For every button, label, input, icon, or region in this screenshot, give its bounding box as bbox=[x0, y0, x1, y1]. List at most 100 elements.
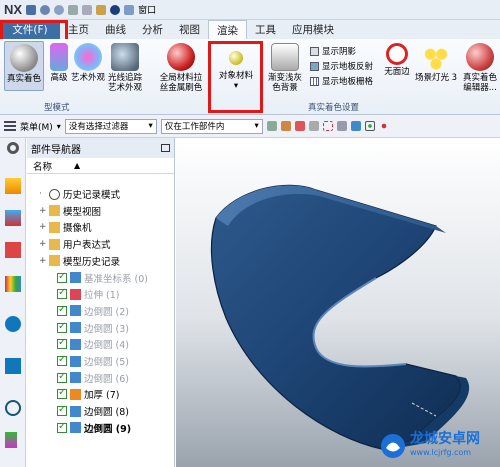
visibility-checkbox[interactable] bbox=[57, 287, 67, 300]
visibility-checkbox[interactable] bbox=[57, 387, 67, 400]
visibility-checkbox[interactable] bbox=[57, 421, 67, 433]
cube-icon[interactable] bbox=[350, 121, 361, 131]
gradient-background-button[interactable]: 渐变浅灰 色背景 bbox=[264, 43, 306, 93]
point-icon[interactable] bbox=[308, 121, 319, 131]
tree-row-label: 边倒圆 (8) bbox=[84, 407, 129, 419]
redo-icon[interactable] bbox=[54, 4, 65, 15]
reuse-library-icon[interactable] bbox=[5, 276, 21, 292]
tree-row[interactable]: 基准坐标系 (0) bbox=[57, 270, 148, 286]
art-appearance-button[interactable]: 艺术外观 bbox=[70, 43, 106, 83]
tree-row-label: 边倒圆 (2) bbox=[84, 306, 129, 318]
constraint-navigator-icon[interactable] bbox=[5, 210, 21, 226]
feature-icon bbox=[70, 405, 81, 417]
filter-icon[interactable] bbox=[280, 121, 291, 131]
touch-mode-icon[interactable] bbox=[110, 4, 121, 15]
selection-scope-dropdown[interactable]: 仅在工作部件内 ▾ bbox=[160, 118, 263, 134]
model-view bbox=[210, 184, 470, 451]
undo-icon[interactable] bbox=[40, 4, 51, 15]
tree-row-label: 边倒圆 (4) bbox=[84, 340, 129, 352]
tab-application[interactable]: 应用模块 bbox=[284, 20, 342, 39]
tab-render[interactable]: 渲染 bbox=[208, 20, 247, 39]
tab-tools[interactable]: 工具 bbox=[247, 20, 284, 39]
global-material-button[interactable]: 全局材料拉 丝金属刷色 bbox=[158, 43, 204, 93]
snap-icon[interactable] bbox=[266, 121, 277, 131]
tab-analysis[interactable]: 分析 bbox=[134, 20, 171, 39]
clock-icon[interactable] bbox=[5, 400, 21, 416]
tree-row[interactable]: 边倒圆 (9) bbox=[57, 420, 131, 436]
visibility-checkbox[interactable] bbox=[57, 337, 67, 350]
visibility-checkbox[interactable] bbox=[57, 371, 67, 383]
box-select-icon[interactable] bbox=[322, 121, 333, 131]
group-label-mode: 型模式 bbox=[44, 103, 70, 113]
tree-row-label: 拉伸 (1) bbox=[84, 290, 120, 302]
feature-icon bbox=[70, 355, 81, 367]
shading-editor-button[interactable]: 真实着色 编辑器... bbox=[460, 43, 500, 93]
tab-view[interactable]: 视图 bbox=[171, 20, 208, 39]
expand-icon[interactable]: + bbox=[39, 239, 47, 249]
web-browser-icon[interactable] bbox=[5, 316, 21, 332]
show-floor-reflection-toggle[interactable]: 显示地板反射 bbox=[310, 60, 373, 72]
gear-icon[interactable] bbox=[7, 142, 19, 154]
save-icon[interactable] bbox=[26, 4, 37, 15]
tree-row[interactable]: · 历史记录模式 bbox=[39, 186, 120, 202]
raytrace-button[interactable]: 光线追踪 艺术外观 bbox=[104, 43, 146, 93]
column-header-name[interactable]: 名称 ▲ bbox=[27, 158, 174, 174]
tree-row[interactable]: + 模型视图 bbox=[39, 203, 101, 219]
scope-value: 仅在工作部件内 bbox=[164, 122, 225, 132]
expand-icon[interactable]: + bbox=[39, 222, 47, 232]
scene-light-button[interactable]: 场景灯光 3 bbox=[414, 43, 458, 83]
tree-row[interactable]: + 用户表达式 bbox=[39, 236, 111, 252]
visibility-checkbox[interactable] bbox=[57, 404, 67, 417]
tree-row[interactable]: 边倒圆 (8) bbox=[57, 403, 129, 419]
expand-icon[interactable]: + bbox=[39, 256, 47, 266]
snap-points-icon[interactable] bbox=[364, 121, 375, 131]
part-navigator-icon[interactable] bbox=[5, 242, 21, 258]
raytrace-label-1: 光线追踪 bbox=[107, 73, 142, 83]
maximize-icon[interactable] bbox=[161, 144, 170, 152]
paste-icon[interactable] bbox=[96, 4, 107, 15]
window-menu[interactable]: 窗口 bbox=[138, 3, 156, 16]
tab-curve[interactable]: 曲线 bbox=[97, 20, 134, 39]
selection-filter-dropdown[interactable]: 没有选择过滤器 ▾ bbox=[64, 118, 157, 134]
tree-row[interactable]: 边倒圆 (5) bbox=[57, 353, 129, 369]
show-floor-grid-toggle[interactable]: 显示地板栅格 bbox=[310, 75, 373, 87]
tree-row[interactable]: + 摄像机 bbox=[39, 219, 92, 235]
tree-row[interactable]: 边倒圆 (6) bbox=[57, 370, 129, 386]
expand-icon[interactable]: · bbox=[39, 189, 47, 199]
show-shadow-toggle[interactable]: 显示阴影 bbox=[310, 45, 356, 57]
expand-icon[interactable]: + bbox=[39, 206, 47, 216]
visibility-checkbox[interactable] bbox=[57, 304, 67, 316]
visibility-checkbox[interactable] bbox=[57, 354, 67, 366]
tree-row[interactable]: 边倒圆 (3) bbox=[57, 320, 129, 336]
assembly-navigator-icon[interactable] bbox=[5, 178, 21, 194]
tree-row[interactable]: 边倒圆 (4) bbox=[57, 336, 129, 352]
graphics-window[interactable] bbox=[176, 138, 500, 467]
red-sphere-icon bbox=[167, 43, 195, 71]
select-icon[interactable] bbox=[294, 121, 305, 131]
window-icon[interactable] bbox=[124, 4, 135, 15]
tree-row[interactable]: 边倒圆 (2) bbox=[57, 303, 129, 319]
shadow-icon bbox=[310, 46, 319, 56]
show-shadow-label: 显示阴影 bbox=[322, 47, 357, 57]
tree-row[interactable]: 加厚 (7) bbox=[57, 386, 119, 402]
feature-icon bbox=[70, 305, 81, 317]
tree-row-label: 历史记录模式 bbox=[63, 190, 121, 201]
visibility-checkbox[interactable] bbox=[57, 321, 67, 333]
view-icon[interactable] bbox=[336, 121, 347, 131]
cut-icon[interactable] bbox=[68, 4, 79, 15]
gray-sphere-icon bbox=[10, 44, 38, 72]
roles-icon[interactable] bbox=[5, 432, 17, 448]
history-icon[interactable] bbox=[5, 358, 21, 374]
true-shading-button[interactable]: 真实着色 bbox=[4, 41, 44, 91]
tree-row[interactable]: + 模型历史记录 bbox=[39, 253, 120, 269]
navigator-header: 部件导航器 bbox=[27, 138, 174, 158]
no-face-edge-button[interactable]: 无面边 bbox=[384, 43, 410, 77]
high-quality-button[interactable]: 高级 bbox=[48, 43, 70, 83]
gradient-bg-label-2: 色背景 bbox=[272, 83, 298, 93]
snap-grid-icon[interactable] bbox=[378, 121, 389, 131]
visibility-checkbox[interactable] bbox=[57, 271, 67, 283]
tree-row[interactable]: 拉伸 (1) bbox=[57, 286, 119, 302]
menu-button[interactable]: 菜单(M) bbox=[20, 120, 53, 133]
copy-icon[interactable] bbox=[82, 4, 93, 15]
expression-folder-icon bbox=[49, 238, 60, 250]
